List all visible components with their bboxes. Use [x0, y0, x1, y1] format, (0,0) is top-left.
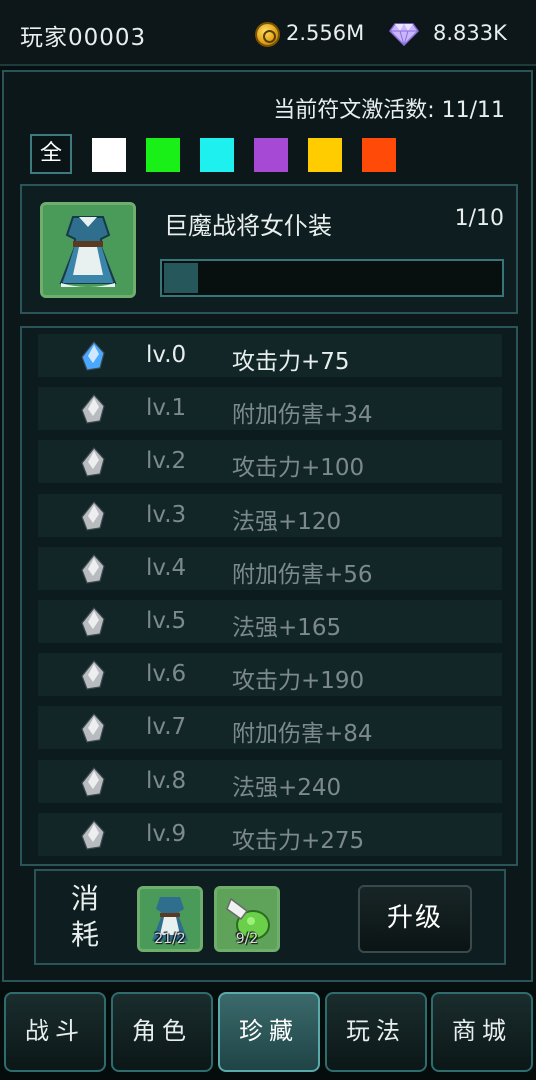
rune-level-row[interactable]: lv.8 法强+240 [38, 759, 502, 803]
item-progress-bar [160, 259, 504, 297]
filter-purple-swatch[interactable] [254, 138, 288, 172]
cost-panel: 消 耗 21/2 9/2 升级 [34, 869, 506, 965]
filter-all-button[interactable]: 全 [30, 134, 72, 174]
rune-level-number: lv.6 [146, 661, 187, 688]
tab-collection[interactable]: 珍藏 [218, 992, 320, 1072]
rune-level-number: lv.4 [146, 554, 187, 581]
gold-coin-icon [255, 22, 280, 47]
rune-level-row[interactable]: lv.9 攻击力+275 [38, 812, 502, 856]
rune-crystal-locked-icon [81, 394, 105, 424]
rune-level-number: lv.7 [146, 714, 187, 741]
rune-level-attribute: 法强+120 [232, 508, 342, 535]
cost-item-potion-bag[interactable]: 9/2 [214, 886, 280, 952]
cost-label-bottom: 耗 [70, 918, 99, 951]
rune-level-attribute: 附加伤害+56 [232, 561, 373, 588]
item-name: 巨魔战将女仆装 [164, 212, 332, 240]
rune-crystal-locked-icon [81, 500, 105, 531]
rune-crystal-locked-icon [81, 766, 105, 797]
rune-level-list: lv.0 攻击力+75 lv.1 附加伤害+34 lv.2 攻击力+100 lv.3 法强+1… [20, 326, 518, 866]
upgrade-button[interactable]: 升级 [358, 885, 472, 953]
rune-crystal-locked-icon [81, 447, 105, 478]
tab-shop[interactable]: 商城 [431, 992, 533, 1072]
rune-level-row[interactable]: lv.5 法强+165 [38, 600, 502, 643]
rune-level-number: lv.1 [146, 395, 187, 422]
rune-level-number: lv.3 [146, 501, 187, 528]
top-bar: 玩家00003 2.556M 8.833K [0, 0, 536, 66]
coin-value: 2.556M [286, 21, 365, 45]
rune-level-row[interactable]: lv.2 攻击力+100 [38, 440, 502, 484]
rune-level-row[interactable]: lv.6 攻击力+190 [38, 653, 502, 697]
cost-item-maid-outfit[interactable]: 21/2 [137, 886, 203, 952]
rune-level-row[interactable]: lv.7 附加伤害+84 [38, 706, 502, 750]
filter-white-swatch[interactable] [92, 138, 126, 172]
rune-crystal-locked-icon [81, 553, 105, 584]
rune-level-number: lv.9 [146, 820, 187, 847]
filter-cyan-swatch[interactable] [200, 138, 234, 172]
rune-panel: 当前符文激活数: 11/11 全 巨魔战将女仆装 1/10 lv.0 攻击力+7… [2, 70, 533, 982]
rune-level-attribute: 附加伤害+34 [232, 402, 373, 429]
filter-orange-swatch[interactable] [362, 138, 396, 172]
cost-item-count: 9/2 [235, 931, 259, 947]
filter-green-swatch[interactable] [146, 138, 180, 172]
rune-crystal-active-icon [81, 341, 105, 371]
rune-level-attribute: 法强+240 [232, 774, 342, 801]
rune-crystal-locked-icon [81, 660, 105, 690]
rune-level-number: lv.8 [146, 767, 187, 794]
item-progress-text: 1/10 [454, 206, 504, 231]
tab-character[interactable]: 角色 [111, 992, 213, 1072]
rune-level-number: lv.2 [146, 448, 187, 475]
rune-level-row[interactable]: lv.1 附加伤害+34 [38, 387, 502, 431]
gem-value: 8.833K [433, 21, 507, 45]
rune-crystal-locked-icon [81, 607, 105, 637]
bottom-nav: 战斗 角色 珍藏 玩法 商城 [0, 990, 536, 1080]
cost-label: 消 耗 [68, 881, 102, 953]
cost-item-count: 21/2 [154, 931, 186, 947]
rune-crystal-locked-icon [81, 713, 105, 744]
rune-level-attribute: 攻击力+75 [232, 349, 350, 375]
item-progress-fill [164, 263, 198, 293]
tab-gameplay[interactable]: 玩法 [325, 992, 427, 1072]
rune-level-row[interactable]: lv.3 法强+120 [38, 493, 502, 537]
rune-level-row[interactable]: lv.0 攻击力+75 [38, 334, 502, 377]
filter-yellow-swatch[interactable] [308, 138, 342, 172]
rune-level-row[interactable]: lv.4 附加伤害+56 [38, 546, 502, 590]
rune-level-attribute: 附加伤害+84 [232, 721, 373, 748]
cost-label-top: 消 [70, 882, 99, 915]
tab-battle[interactable]: 战斗 [4, 992, 106, 1072]
rune-level-attribute: 攻击力+275 [232, 827, 365, 854]
rune-level-attribute: 法强+165 [232, 615, 342, 641]
item-card: 巨魔战将女仆装 1/10 [20, 184, 518, 314]
rune-level-number: lv.5 [146, 608, 187, 634]
player-name: 玩家00003 [20, 25, 147, 51]
rune-active-count: 当前符文激活数: 11/11 [273, 98, 505, 123]
rune-level-attribute: 攻击力+100 [232, 455, 365, 482]
rune-level-number: lv.0 [146, 342, 187, 368]
diamond-icon [389, 23, 419, 46]
maid-outfit-icon[interactable] [40, 202, 136, 298]
rune-crystal-locked-icon [81, 819, 105, 850]
rune-level-attribute: 攻击力+190 [232, 668, 365, 695]
